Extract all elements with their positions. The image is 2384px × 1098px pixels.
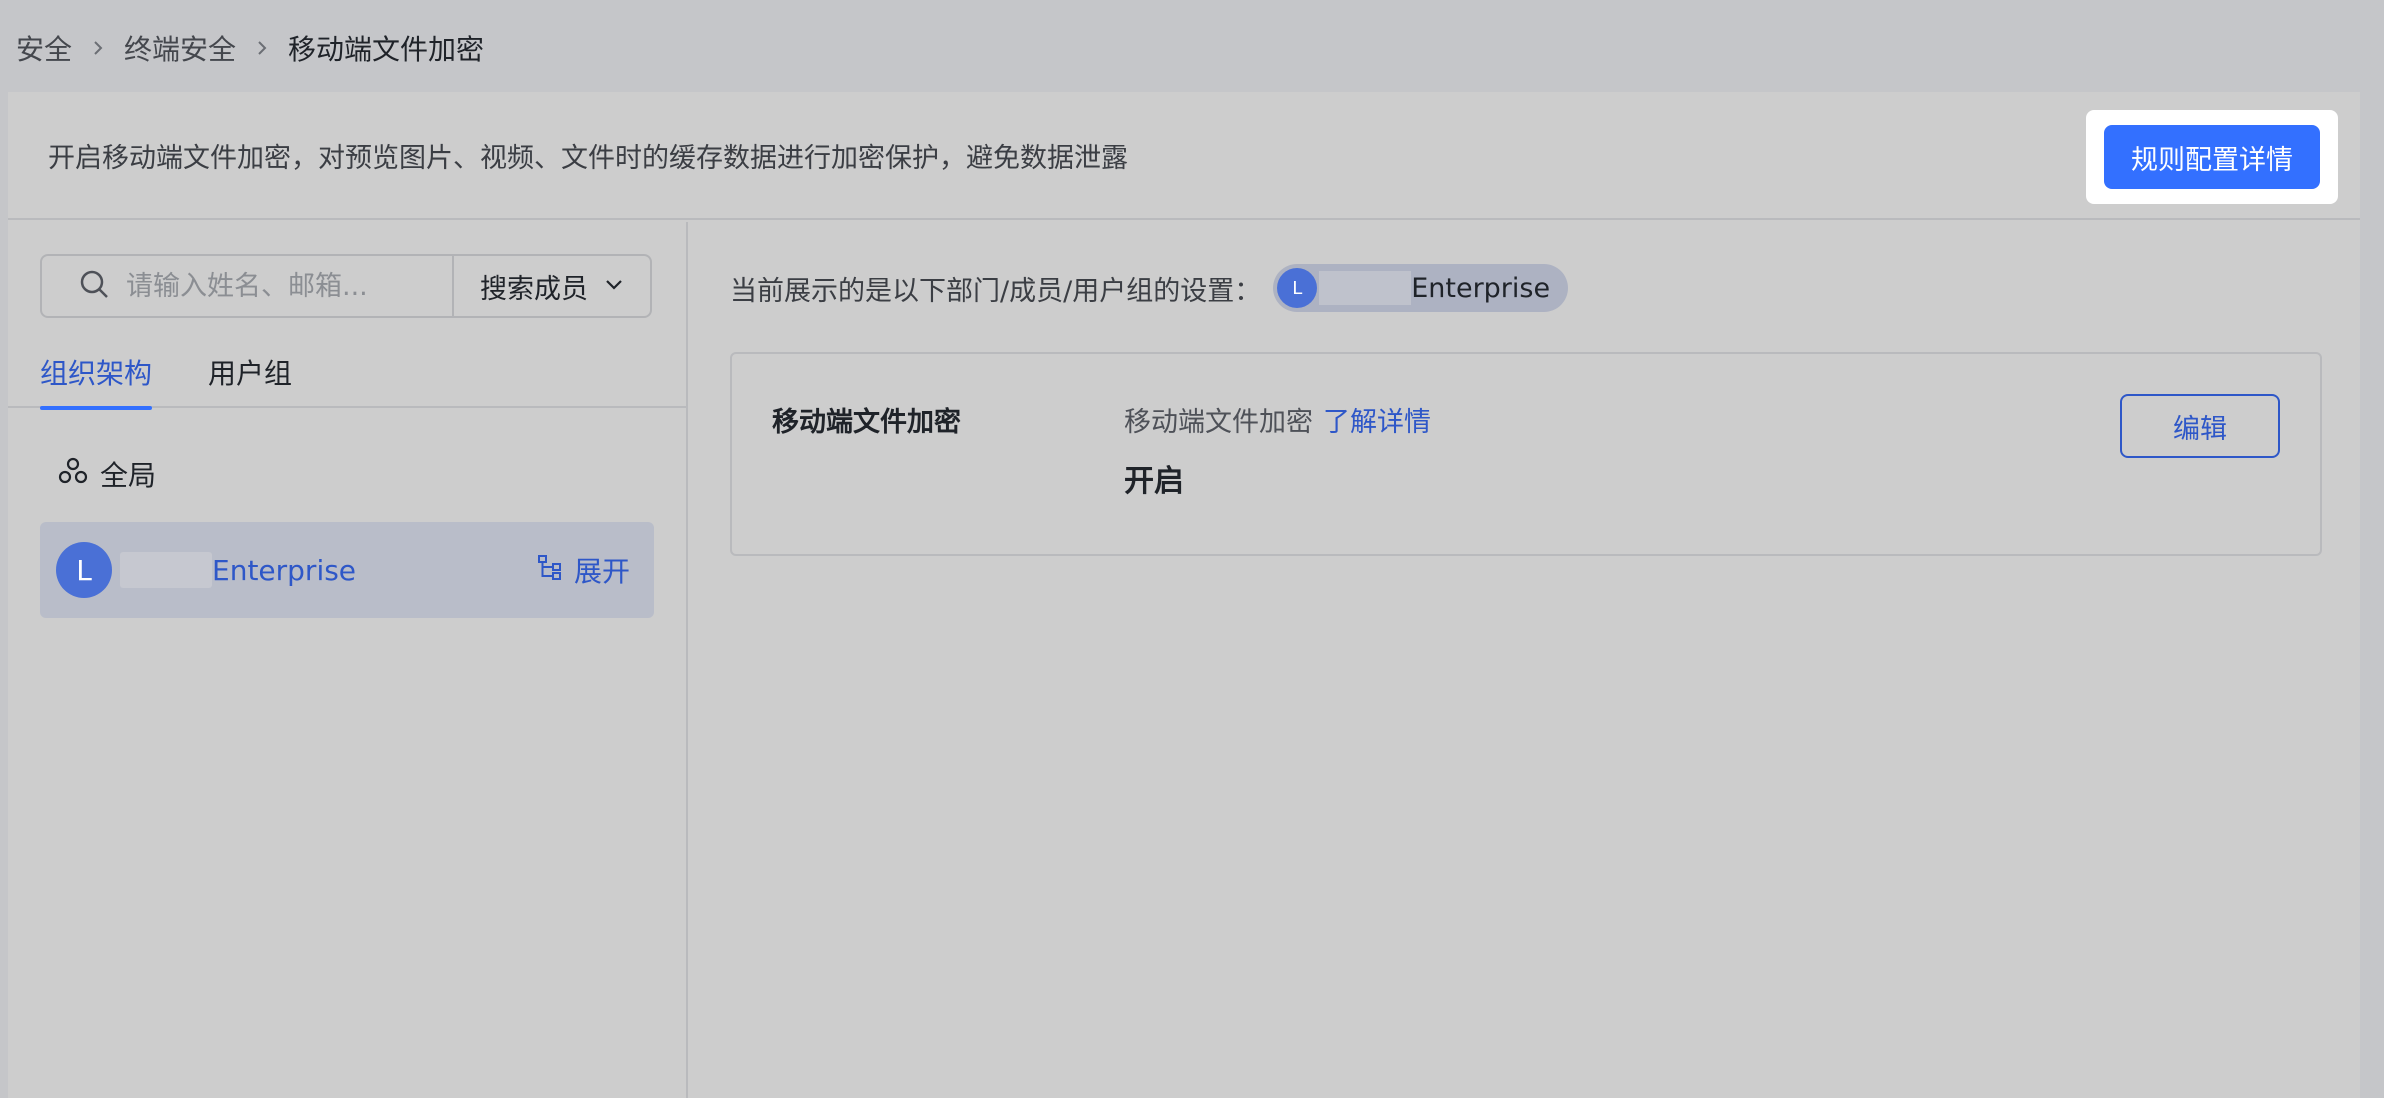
expand-button[interactable]: 展开 bbox=[536, 550, 630, 590]
search-icon bbox=[78, 268, 110, 304]
search-scope-label: 搜索成员 bbox=[480, 273, 588, 305]
card-subtitle: 移动端文件加密 bbox=[1124, 407, 1313, 438]
tab-bar: 组织架构 用户组 bbox=[8, 340, 688, 410]
banner-description: 开启移动端文件加密，对预览图片、视频、文件时的缓存数据进行加密保护，避免数据泄露 bbox=[48, 142, 1128, 174]
tab-org-structure[interactable]: 组织架构 bbox=[40, 352, 153, 410]
search-scope-select[interactable]: 搜索成员 bbox=[452, 256, 650, 316]
right-pane: 当前展示的是以下部门/成员/用户组的设置： L Enterprise 移动端文件… bbox=[690, 222, 2360, 1098]
breadcrumb: 安全 终端安全 移动端文件加密 bbox=[16, 28, 484, 68]
breadcrumb-item-security[interactable]: 安全 bbox=[16, 28, 72, 68]
redacted-name-block bbox=[1319, 271, 1412, 305]
tab-user-groups[interactable]: 用户组 bbox=[208, 352, 292, 408]
chevron-right-icon bbox=[90, 40, 106, 56]
scope-chip: L Enterprise bbox=[1273, 264, 1569, 312]
learn-more-link[interactable]: 了解详情 bbox=[1323, 407, 1431, 438]
chevron-right-icon bbox=[254, 40, 270, 56]
info-banner: 开启移动端文件加密，对预览图片、视频、文件时的缓存数据进行加密保护，避免数据泄露… bbox=[8, 92, 2360, 220]
expand-label: 展开 bbox=[573, 555, 630, 588]
rule-config-details-button[interactable]: 规则配置详情 bbox=[2104, 125, 2320, 189]
status-value: 开启 bbox=[1124, 464, 1184, 499]
edit-button[interactable]: 编辑 bbox=[2120, 394, 2280, 458]
member-search: 搜索成员 bbox=[40, 254, 652, 318]
avatar: L bbox=[56, 542, 112, 598]
chevron-down-icon bbox=[604, 271, 624, 302]
org-name: Enterprise bbox=[212, 553, 357, 587]
org-item-enterprise[interactable]: L Enterprise 展开 bbox=[40, 522, 654, 618]
current-scope-row: 当前展示的是以下部门/成员/用户组的设置： L Enterprise bbox=[730, 264, 1569, 312]
left-pane: 搜索成员 组织架构 用户组 全局 L Enterprise bbox=[8, 222, 688, 1098]
breadcrumb-item-endpoint-security[interactable]: 终端安全 bbox=[124, 28, 236, 68]
scope-chip-name: Enterprise bbox=[1411, 272, 1551, 304]
card-title: 移动端文件加密 bbox=[772, 407, 961, 438]
breadcrumb-item-current: 移动端文件加密 bbox=[288, 33, 485, 66]
rule-button-highlight: 规则配置详情 bbox=[2086, 110, 2338, 204]
search-input[interactable] bbox=[126, 270, 426, 302]
avatar: L bbox=[1277, 268, 1318, 308]
main-panel: 开启移动端文件加密，对预览图片、视频、文件时的缓存数据进行加密保护，避免数据泄露… bbox=[8, 92, 2360, 1098]
global-icon bbox=[58, 456, 88, 493]
search-input-wrapper bbox=[42, 256, 452, 316]
card-subtitle-row: 移动端文件加密 了解详情 bbox=[1124, 400, 1431, 439]
redacted-name-block bbox=[120, 552, 212, 588]
org-tree-icon bbox=[536, 553, 564, 588]
mobile-encryption-card: 移动端文件加密 移动端文件加密 了解详情 开启 编辑 bbox=[730, 352, 2322, 556]
global-label: 全局 bbox=[100, 459, 157, 492]
scope-text: 当前展示的是以下部门/成员/用户组的设置： bbox=[730, 275, 1262, 307]
global-scope-item[interactable]: 全局 bbox=[58, 454, 156, 494]
